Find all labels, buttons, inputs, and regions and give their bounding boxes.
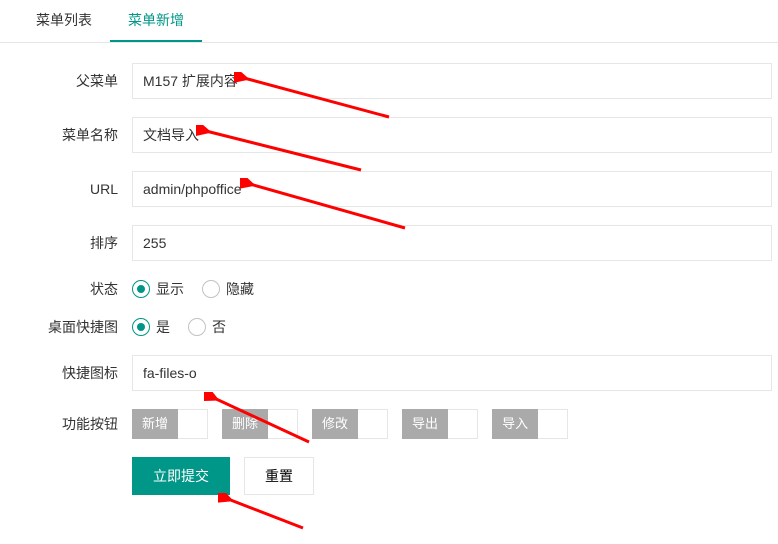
label-name: 菜单名称 (0, 125, 132, 145)
parent-menu-input[interactable] (132, 63, 772, 99)
fnbtn-add[interactable]: 新增 (132, 409, 208, 439)
annotation-arrow-icon (218, 493, 308, 533)
label-desktop: 桌面快捷图 (0, 317, 132, 337)
fnbtn-import[interactable]: 导入 (492, 409, 568, 439)
fnbtn-label: 新增 (132, 409, 178, 439)
fnbtn-label: 导出 (402, 409, 448, 439)
fnbtn-checkbox[interactable] (448, 409, 478, 439)
label-icon: 快捷图标 (0, 363, 132, 383)
fnbtn-checkbox[interactable] (178, 409, 208, 439)
radio-label: 是 (156, 317, 170, 337)
radio-desktop-yes[interactable]: 是 (132, 317, 170, 337)
label-funcbtn: 功能按钮 (0, 414, 132, 434)
fnbtn-checkbox[interactable] (268, 409, 298, 439)
tab-menu-add[interactable]: 菜单新增 (110, 0, 202, 42)
fnbtn-export[interactable]: 导出 (402, 409, 478, 439)
radio-status-show[interactable]: 显示 (132, 279, 184, 299)
label-parent: 父菜单 (0, 71, 132, 91)
menu-name-input[interactable] (132, 117, 772, 153)
radio-label: 否 (212, 317, 226, 337)
fnbtn-checkbox[interactable] (538, 409, 568, 439)
radio-desktop-no[interactable]: 否 (188, 317, 226, 337)
sort-input[interactable] (132, 225, 772, 261)
radio-icon (188, 318, 206, 336)
label-url: URL (0, 181, 132, 197)
radio-label: 显示 (156, 279, 184, 299)
fnbtn-edit[interactable]: 修改 (312, 409, 388, 439)
radio-icon (132, 280, 150, 298)
fnbtn-label: 导入 (492, 409, 538, 439)
fnbtn-label: 修改 (312, 409, 358, 439)
radio-icon (132, 318, 150, 336)
icon-input[interactable] (132, 355, 772, 391)
radio-status-hide[interactable]: 隐藏 (202, 279, 254, 299)
form: 父菜单 菜单名称 URL 排序 状态 显示 隐藏 桌面快捷图 (0, 43, 778, 495)
fnbtn-checkbox[interactable] (358, 409, 388, 439)
reset-button[interactable]: 重置 (244, 457, 314, 495)
label-sort: 排序 (0, 233, 132, 253)
tab-menu-list[interactable]: 菜单列表 (18, 0, 110, 42)
tabs: 菜单列表 菜单新增 (0, 0, 778, 43)
radio-label: 隐藏 (226, 279, 254, 299)
url-input[interactable] (132, 171, 772, 207)
fnbtn-del[interactable]: 删除 (222, 409, 298, 439)
radio-icon (202, 280, 220, 298)
label-status: 状态 (0, 279, 132, 299)
submit-button[interactable]: 立即提交 (132, 457, 230, 495)
fnbtn-label: 删除 (222, 409, 268, 439)
